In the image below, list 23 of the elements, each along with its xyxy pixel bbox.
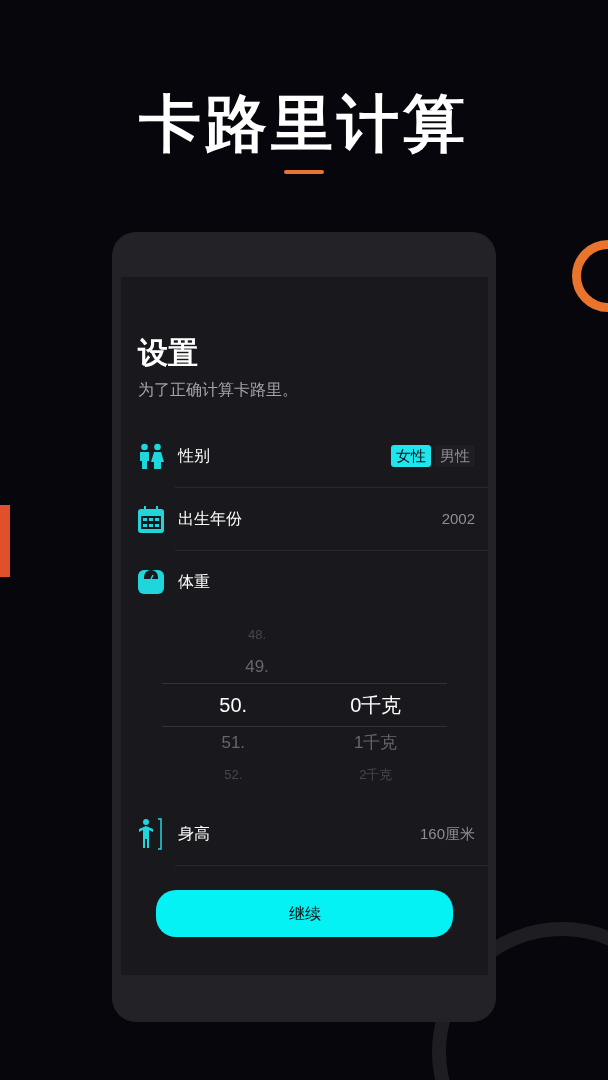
- settings-subtitle: 为了正确计算卡路里。: [138, 380, 299, 400]
- picker-value[interactable]: 49.: [245, 654, 269, 680]
- height-icon: [138, 818, 164, 850]
- row-label: 体重: [178, 572, 211, 592]
- people-icon: [138, 443, 164, 469]
- row-value[interactable]: 160厘米: [419, 822, 475, 846]
- title-underline: [284, 170, 324, 174]
- picker-value[interactable]: 0千克: [350, 690, 402, 720]
- page-title: 卡路里计算: [139, 88, 469, 160]
- settings-heading: 设置: [138, 335, 199, 371]
- scale-icon: [138, 570, 164, 594]
- continue-button[interactable]: 继续: [156, 890, 453, 937]
- row-label: 出生年份: [178, 509, 243, 529]
- row-label: 性别: [178, 446, 211, 466]
- gender-option[interactable]: 男性: [435, 445, 475, 467]
- bar-decoration: [0, 505, 10, 577]
- picker-value[interactable]: 51.: [221, 730, 246, 756]
- gender-option[interactable]: 女性: [391, 445, 431, 467]
- picker-value[interactable]: 50.: [219, 690, 248, 720]
- calendar-icon: [138, 505, 164, 533]
- picker-value[interactable]: 1千克: [354, 730, 398, 756]
- row-value[interactable]: 2002: [441, 507, 475, 531]
- row-label: 身高: [178, 824, 211, 844]
